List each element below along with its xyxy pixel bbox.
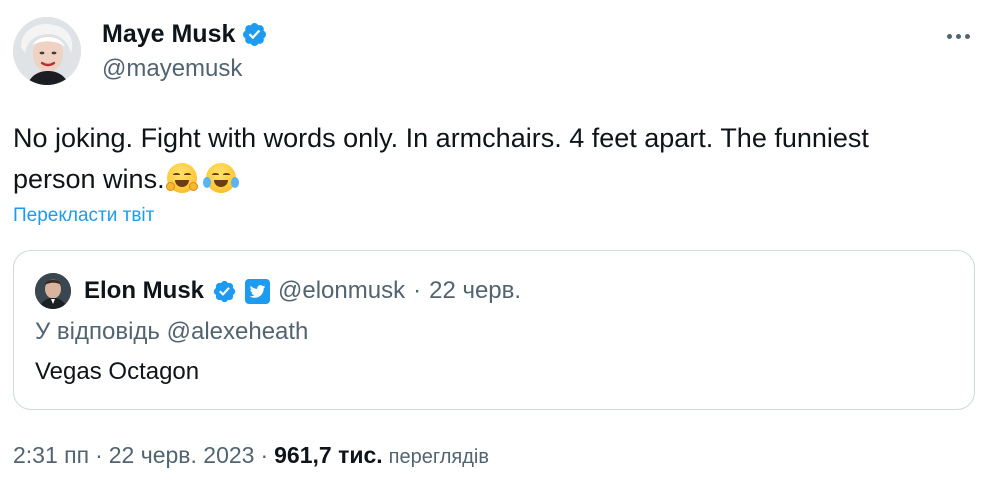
author-handle[interactable]: @mayemusk [102, 55, 242, 83]
reply-prefix: У відповідь [35, 318, 160, 345]
author-name-row: Maye Musk [102, 20, 268, 49]
separator-dot: · [95, 442, 103, 468]
verified-badge-icon[interactable] [241, 21, 268, 48]
separator-dot: · [260, 442, 269, 468]
verified-badge-icon[interactable] [212, 279, 237, 304]
more-dot [946, 33, 952, 39]
quoted-author-display-name[interactable]: Elon Musk [84, 277, 204, 305]
tweet-time[interactable]: 2:31 пп [13, 442, 89, 469]
more-options-icon[interactable] [940, 24, 976, 48]
quoted-author-handle[interactable]: @elonmusk [278, 277, 405, 305]
author-display-name[interactable]: Maye Musk [102, 20, 235, 49]
separator-dot: · [413, 277, 422, 304]
quoted-author-avatar-image [35, 273, 71, 309]
reply-mention[interactable]: @alexeheath [167, 318, 309, 345]
views-count: 961,7 тис. [274, 442, 383, 468]
tweet[interactable]: Maye Musk @mayemusk No joking. Fight wit… [0, 0, 1004, 484]
tweet-text-line1: No joking. Fight with words only. In arm… [13, 123, 869, 153]
tweet-date[interactable]: 22 черв. 2023 [109, 442, 255, 469]
twitter-bird-icon [249, 284, 266, 298]
tweet-text-line2: person wins. [13, 164, 165, 194]
quoted-author-row: Elon Musk @elonmusk · 22 черв. [84, 277, 521, 305]
tweet-text: No joking. Fight with words only. In arm… [13, 118, 973, 200]
tears-of-joy-emoji [203, 163, 240, 193]
quoted-tweet-card[interactable]: Elon Musk @elonmusk · 22 черв. У відпові… [13, 250, 975, 410]
more-dot [964, 33, 970, 39]
more-dot [955, 33, 961, 39]
twitter-bird-affiliate-icon[interactable] [245, 278, 271, 304]
hugging-face-emoji [165, 163, 198, 193]
reply-context: У відповідь @alexeheath [35, 318, 308, 346]
views-label: переглядів [388, 446, 489, 468]
quoted-author-avatar[interactable] [35, 273, 71, 309]
author-avatar-image [13, 17, 81, 85]
translate-tweet-link[interactable]: Перекласти твіт [13, 205, 154, 227]
author-avatar[interactable] [13, 17, 81, 85]
quoted-tweet-date[interactable]: 22 черв. [429, 277, 521, 305]
quoted-tweet-text: Vegas Octagon [35, 358, 200, 385]
tweet-meta-row: 2:31 пп · 22 черв. 2023 · 961,7 тис. пер… [13, 442, 489, 469]
